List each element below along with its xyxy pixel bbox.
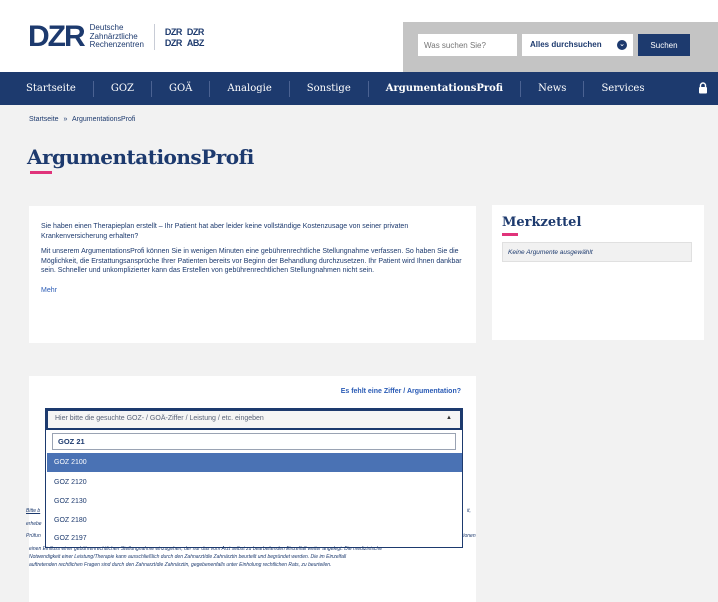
code-dropdown-display[interactable]: Hier bitte die gesuchte GOZ- / GOÄ-Ziffe…	[48, 411, 460, 428]
disclaimer-line: einen Einfluss einer gebührenrechtlichen…	[29, 546, 383, 552]
intro-card: Sie haben einen Therapieplan erstellt – …	[29, 206, 476, 343]
title-accent-bar	[30, 171, 52, 174]
disclaimer-line: Notwendigkeit einer Leistung/Therapie ka…	[29, 554, 347, 560]
footnote-fragment: it,	[467, 508, 471, 514]
footnote-fragment: Bitte b	[26, 508, 41, 514]
search-scope-label: Alles durchsuchen	[530, 40, 602, 49]
merkzettel-accent-bar	[502, 233, 518, 236]
logo-wordmark: DZR	[28, 20, 86, 53]
partner-logo: DZR	[164, 37, 183, 48]
dzr-logo[interactable]: DZR Deutsche Zahnärztliche Rechenzentren…	[28, 22, 204, 52]
merkzettel-panel: Merkzettel Keine Argumente ausgewählt	[492, 205, 704, 340]
dropdown-option[interactable]: GOZ 2100	[47, 453, 462, 472]
merkzettel-title: Merkzettel	[502, 215, 582, 230]
partner-logo: ABZ	[186, 37, 205, 48]
disclaimer-text: einen Einfluss einer gebührenrechtlichen…	[29, 545, 479, 569]
footnote-fragment: erhebe	[26, 521, 42, 527]
breadcrumb-home[interactable]: Startseite	[29, 116, 59, 123]
search-input[interactable]	[418, 34, 517, 56]
logo-divider	[153, 24, 155, 50]
nav-item-goz[interactable]: GOZ	[94, 72, 151, 105]
partner-logos: DZR DZR DZR ABZ	[164, 26, 205, 48]
dropdown-option[interactable]: GOZ 2130	[47, 492, 462, 511]
intro-description: Mit unserem ArgumentationsProfi können S…	[41, 248, 462, 274]
disclaimer-line: auftretenden rechtlichen Fragen sind dur…	[29, 562, 332, 568]
breadcrumb-separator: »	[63, 116, 68, 123]
caret-up-icon: ▲	[446, 415, 452, 421]
dropdown-option[interactable]: GOZ 2120	[47, 473, 462, 492]
missing-number-link[interactable]: Es fehlt eine Ziffer / Argumentation?	[341, 388, 461, 395]
dropdown-option[interactable]: GOZ 2180	[47, 511, 462, 530]
footnote-fragment: tionen	[462, 533, 476, 539]
page-title: ArgumentationsProfi	[27, 145, 254, 169]
logo-line: Rechenzentren	[89, 40, 144, 50]
main-navigation: Startseite GOZ GOÄ Analogie Sonstige Arg…	[0, 72, 718, 105]
logo-subtitle: Deutsche Zahnärztliche Rechenzentren	[90, 24, 144, 50]
nav-item-analogie[interactable]: Analogie	[210, 72, 288, 105]
more-link[interactable]: Mehr	[41, 286, 57, 296]
nav-item-news[interactable]: News	[521, 72, 583, 105]
lock-icon[interactable]	[698, 82, 708, 94]
site-header: DZR Deutsche Zahnärztliche Rechenzentren…	[0, 0, 718, 72]
nav-item-services[interactable]: Services	[584, 72, 661, 105]
search-scope-select[interactable]: Alles durchsuchen ⌄	[522, 34, 633, 56]
breadcrumb-current: ArgumentationsProfi	[72, 116, 136, 123]
nav-item-argumentationsprofi[interactable]: ArgumentationsProfi	[369, 72, 520, 105]
nav-item-startseite[interactable]: Startseite	[0, 72, 93, 105]
nav-item-sonstige[interactable]: Sonstige	[290, 72, 368, 105]
nav-item-goae[interactable]: GOÄ	[152, 72, 209, 105]
search-button[interactable]: Suchen	[638, 34, 690, 56]
code-dropdown-panel: GOZ 2100 GOZ 2120 GOZ 2130 GOZ 2180 GOZ …	[45, 430, 463, 548]
partner-logo: DZR	[186, 26, 205, 37]
code-dropdown-placeholder: Hier bitte die gesuchte GOZ- / GOÄ-Ziffe…	[55, 415, 264, 422]
header-search-area: Alles durchsuchen ⌄ Suchen	[403, 22, 718, 72]
chevron-down-icon: ⌄	[617, 40, 627, 50]
merkzettel-empty-state: Keine Argumente ausgewählt	[502, 242, 692, 262]
breadcrumb: Startseite » ArgumentationsProfi	[29, 116, 138, 123]
partner-logo: DZR	[164, 26, 183, 37]
code-filter-input[interactable]	[52, 433, 456, 450]
footnote-fragment: Prüfun	[26, 533, 41, 539]
intro-question: Sie haben einen Therapieplan erstellt – …	[41, 223, 409, 240]
code-dropdown[interactable]: Hier bitte die gesuchte GOZ- / GOÄ-Ziffe…	[45, 408, 463, 430]
